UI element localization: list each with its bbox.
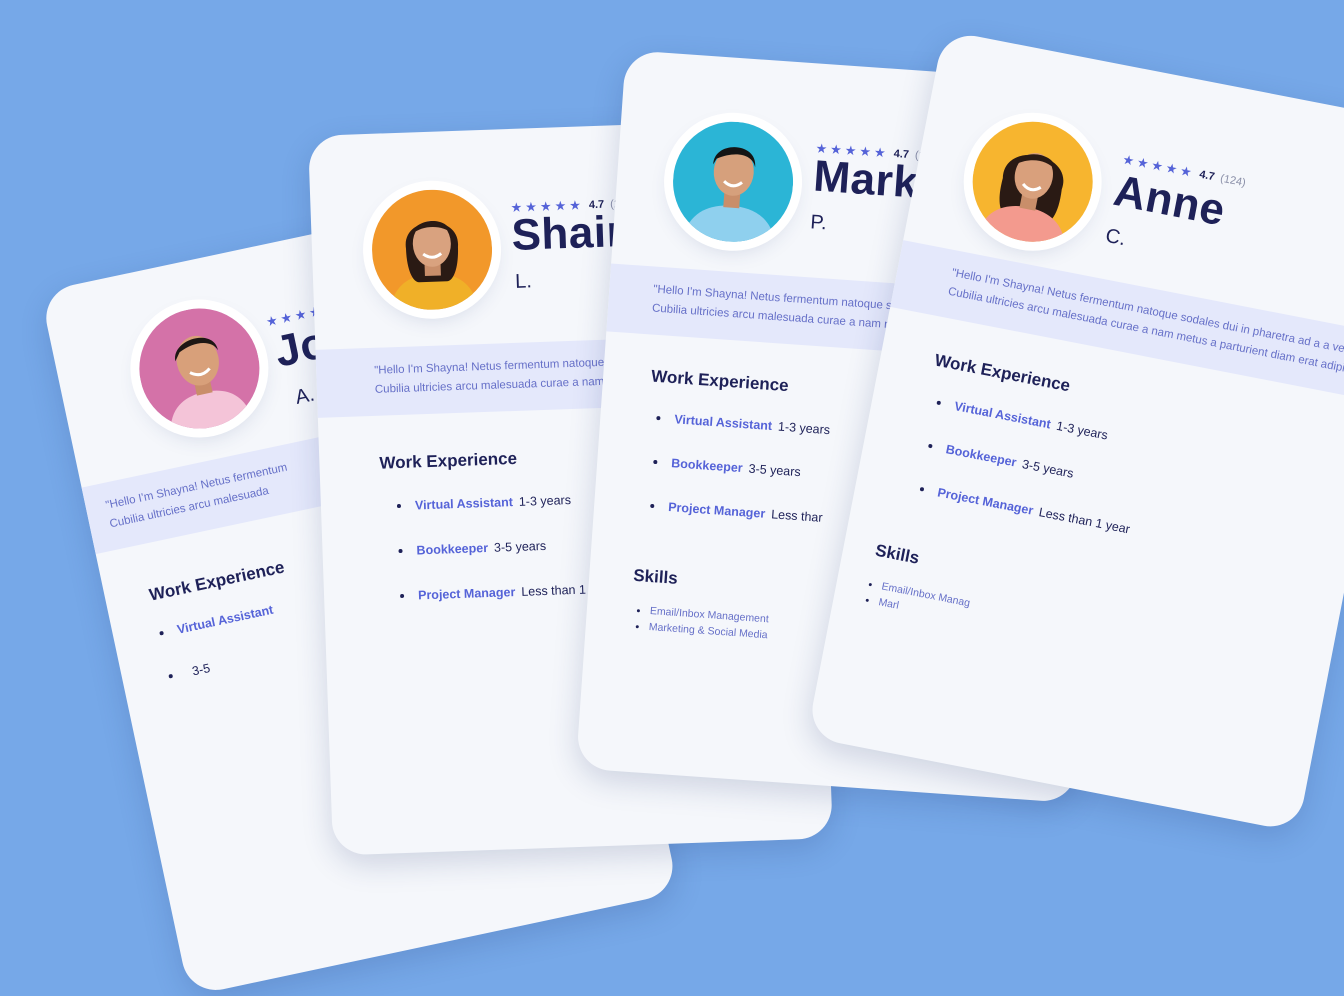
- work-experience-heading: Work Experience: [650, 366, 790, 396]
- skills-heading: Skills: [632, 565, 679, 588]
- avatar-photo: [669, 117, 798, 246]
- job-item: 3-5: [167, 661, 211, 683]
- star-icon: ★: [264, 312, 280, 330]
- avatar-photo: [128, 297, 271, 440]
- job-title: Bookkeeper: [670, 456, 744, 476]
- bullet: [159, 630, 164, 636]
- job-title: Virtual Assistant: [673, 412, 773, 434]
- job-duration: 3-5: [190, 661, 212, 679]
- bullet: [653, 459, 658, 465]
- work-experience-heading: Work Experience: [933, 350, 1072, 396]
- star-icon: ★: [278, 309, 294, 327]
- job-duration: 1-3 years: [777, 419, 831, 438]
- job-item: Project Manager Less than 1: [400, 583, 586, 603]
- job-duration: 3-5 years: [1020, 457, 1075, 481]
- job-item: Bookkeeper 3-5 years: [398, 539, 546, 558]
- star-icon: ★: [293, 306, 308, 324]
- star-icon: ★: [1150, 157, 1165, 175]
- avatar-photo: [962, 111, 1104, 253]
- bullet: [865, 598, 870, 602]
- first-name: Mark: [811, 151, 920, 208]
- job-item: Virtual Assistant 1-3 years: [935, 396, 1109, 443]
- last-initial: L.: [514, 270, 533, 293]
- bullet: [650, 503, 655, 509]
- bullet: [398, 548, 403, 554]
- star-icon: ★: [1164, 159, 1179, 177]
- job-title: Virtual Assistant: [953, 399, 1052, 432]
- bullet: [400, 593, 405, 599]
- avatar-photo: [369, 187, 495, 312]
- job-duration: 3-5 years: [493, 538, 547, 555]
- job-duration: Less thar: [770, 507, 824, 525]
- avatar: [128, 297, 271, 440]
- star-icon: ★: [1178, 162, 1194, 180]
- job-title: Bookkeeper: [416, 540, 489, 558]
- job-item: Virtual Assistant 1-3 years: [656, 411, 831, 437]
- avatar: [669, 117, 798, 246]
- job-item: Project Manager Less than 1 year: [919, 482, 1132, 537]
- bullet: [636, 608, 641, 612]
- bullet: [396, 503, 402, 509]
- rating-value: 4.7: [1198, 168, 1216, 183]
- job-title: Virtual Assistant: [175, 602, 275, 637]
- skill-label: Marl: [877, 596, 900, 612]
- star-icon: ★: [1121, 151, 1136, 169]
- avatar: [369, 187, 495, 312]
- job-item: Virtual Assistant 1-3 years: [396, 493, 572, 513]
- skills-heading: Skills: [873, 540, 921, 568]
- work-experience-heading: Work Experience: [379, 448, 518, 473]
- avatar: [962, 111, 1104, 253]
- bullet: [868, 582, 873, 586]
- job-duration: 1-3 years: [1055, 418, 1109, 443]
- job-title: Project Manager: [936, 485, 1035, 518]
- star-icon: ★: [1135, 154, 1150, 172]
- quote-band: "Hello I'm Shayna! Netus fermentum natoq…: [890, 240, 1344, 403]
- job-item: Bookkeeper 3-5 years: [927, 439, 1075, 481]
- last-initial: C.: [1103, 224, 1128, 251]
- job-item: Project Manager Less thar: [650, 499, 823, 525]
- job-duration: Less than 1: [521, 582, 587, 599]
- job-duration: Less than 1 year: [1037, 505, 1132, 537]
- bullet: [928, 443, 933, 449]
- bullet: [936, 400, 942, 406]
- bullet: [919, 486, 925, 492]
- job-title: Bookkeeper: [944, 442, 1018, 470]
- job-title: Project Manager: [417, 585, 516, 603]
- work-experience-heading: Work Experience: [147, 557, 287, 605]
- first-name: Shair: [510, 207, 625, 260]
- job-duration: 1-3 years: [518, 493, 572, 509]
- bullet: [656, 416, 661, 421]
- skill-item: Marl: [865, 594, 900, 612]
- job-title: Virtual Assistant: [414, 495, 514, 513]
- job-item: Virtual Assistant: [158, 601, 280, 640]
- job-title: Project Manager: [667, 500, 766, 521]
- bullet: [168, 673, 174, 679]
- bullet: [635, 624, 639, 628]
- last-initial: A.: [293, 383, 317, 409]
- last-initial: P.: [809, 211, 828, 235]
- job-duration: 3-5 years: [748, 461, 802, 480]
- job-item: Bookkeeper 3-5 years: [653, 455, 801, 479]
